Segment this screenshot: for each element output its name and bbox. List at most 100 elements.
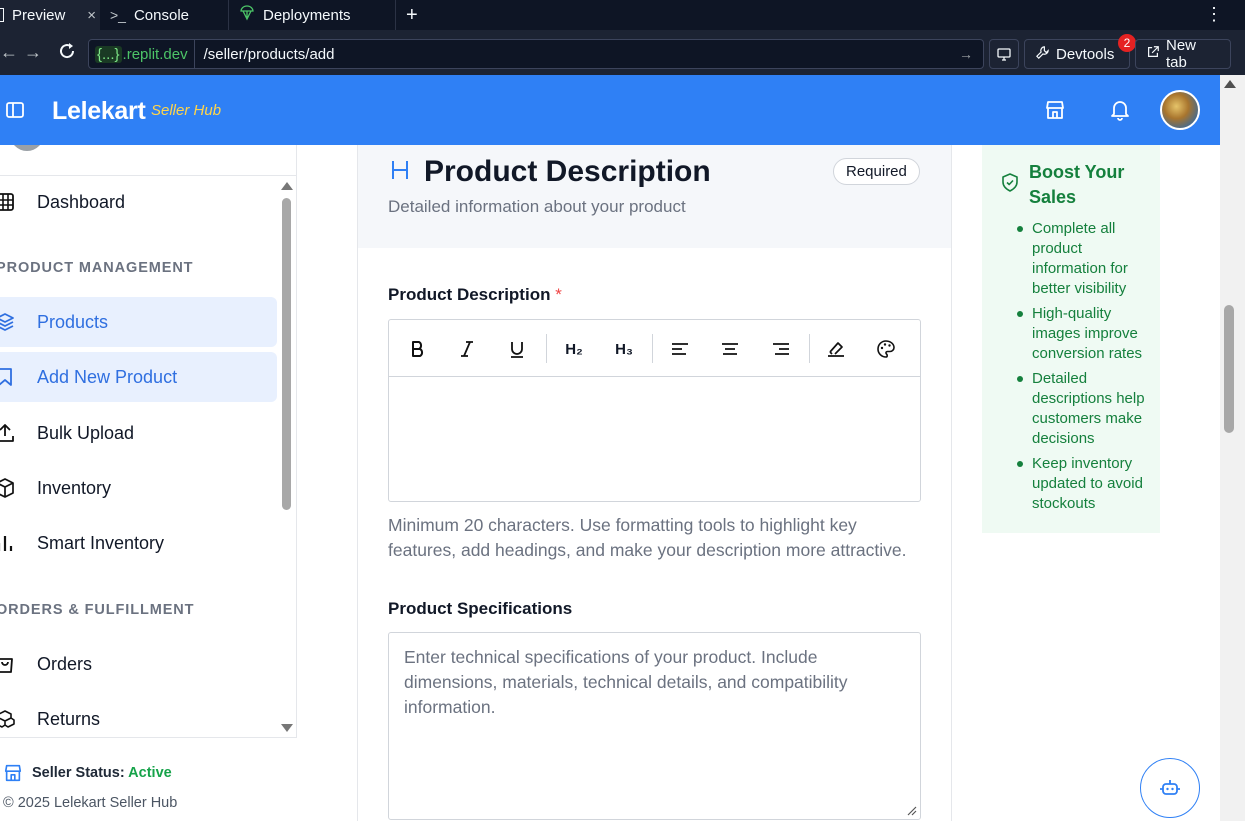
store-icon[interactable] [1044, 99, 1066, 126]
preview-icon [0, 8, 4, 22]
heading2-icon[interactable]: H₂ [562, 337, 586, 361]
url-path: /seller/products/add [203, 45, 335, 63]
tab-label: Deployments [263, 6, 351, 24]
list-item: Keep inventory updated to avoid stockout… [1014, 454, 1154, 514]
tab-label: Console [133, 6, 190, 24]
specifications-label: Product Specifications [388, 599, 573, 618]
scroll-down-arrow-icon[interactable] [281, 724, 293, 732]
external-link-icon [1146, 45, 1160, 63]
devtools-label: Devtools [1056, 45, 1115, 63]
new-tab-button[interactable]: New tab [1135, 37, 1231, 71]
sidebar-item-inventory[interactable]: Inventory [0, 463, 277, 513]
user-avatar[interactable] [1160, 90, 1200, 130]
tips-title: Boost Your Sales [1029, 162, 1125, 207]
scrollbar-thumb[interactable] [1224, 305, 1234, 433]
url-domain: {...} .replit.dev [89, 40, 195, 68]
tab-preview[interactable]: Preview × [0, 0, 100, 30]
sidebar-scrollbar[interactable] [280, 178, 294, 736]
seller-status: Seller Status: Active [32, 765, 172, 781]
brand-subtitle: Seller Hub [151, 102, 222, 119]
bell-icon[interactable] [1110, 99, 1130, 126]
toolbar-divider [546, 334, 547, 363]
shield-check-icon [1002, 173, 1018, 197]
sidebar-toggle-icon[interactable] [6, 101, 24, 124]
reload-icon[interactable] [57, 41, 77, 66]
sidebar-item-label: Products [37, 311, 109, 332]
resize-grip-icon[interactable] [907, 806, 917, 816]
store-icon [3, 763, 23, 788]
close-tab-icon[interactable]: × [87, 7, 96, 24]
status-label: Seller Status: [32, 765, 125, 781]
sidebar-item-smart-inventory[interactable]: Smart Inventory [0, 518, 277, 568]
italic-icon[interactable] [455, 337, 479, 361]
copyright-text: © 2025 Lelekart Seller Hub [3, 795, 178, 811]
clear-format-icon[interactable] [824, 337, 848, 361]
robot-icon [1160, 780, 1180, 795]
monitor-icon [997, 48, 1011, 61]
sidebar-item-products[interactable]: Products [0, 297, 277, 347]
bar-chart-icon [0, 532, 16, 554]
kebab-menu-icon[interactable]: ⋮ [1205, 5, 1223, 23]
bold-icon[interactable] [406, 337, 430, 361]
new-tab-label: New tab [1166, 37, 1197, 71]
heading3-icon[interactable]: H₃ [612, 337, 636, 361]
new-tab-plus-icon[interactable]: + [406, 4, 418, 27]
sidebar-item-label: Returns [37, 708, 101, 729]
package-icon [0, 477, 16, 499]
grid-icon [0, 191, 16, 213]
card-title: Product Description [424, 155, 711, 188]
sidebar-item-orders[interactable]: Orders [0, 639, 277, 689]
rich-text-editor[interactable]: H₂ H₃ [388, 319, 921, 502]
brand-logo[interactable]: Lelekart [52, 97, 146, 126]
palette-icon[interactable] [874, 337, 898, 361]
status-badge: Active [128, 765, 172, 781]
scroll-up-arrow-icon[interactable] [281, 182, 293, 190]
shopping-bag-icon [0, 653, 16, 675]
sidebar-item-add-new-product[interactable]: Add New Product [0, 352, 277, 402]
go-arrow-icon[interactable]: → [959, 46, 973, 62]
sidebar-scroll-thumb[interactable] [282, 198, 291, 510]
sidebar-item-label: Bulk Upload [37, 422, 135, 443]
specifications-textarea[interactable]: Enter technical specifications of your p… [388, 632, 921, 820]
back-icon[interactable]: ← [0, 42, 18, 63]
sidebar-item-label: Orders [37, 653, 93, 674]
tips-list: Complete all product information for bet… [1014, 219, 1154, 519]
devtools-badge: 2 [1118, 34, 1136, 52]
sidebar-item-dashboard[interactable]: Dashboard [0, 177, 277, 227]
label-text: Product Description [388, 285, 551, 304]
section-product-management: PRODUCT MANAGEMENT [0, 260, 194, 276]
tab-deployments[interactable]: Deployments [228, 0, 396, 30]
tab-console[interactable]: >_ Console [100, 0, 228, 30]
wrench-icon [1035, 45, 1050, 64]
url-input[interactable]: {...} .replit.dev /seller/products/add → [88, 39, 984, 69]
underline-icon[interactable] [505, 337, 529, 361]
devtools-button[interactable]: Devtools 2 [1024, 34, 1136, 69]
forward-icon[interactable]: → [24, 42, 42, 63]
boxes-icon [0, 708, 16, 730]
required-badge: Required [833, 158, 920, 185]
divider [0, 175, 296, 176]
terminal-icon: >_ [110, 7, 126, 23]
sidebar-item-bulk-upload[interactable]: Bulk Upload [0, 408, 277, 458]
device-toggle-button[interactable] [989, 39, 1019, 69]
deployments-icon [239, 5, 255, 25]
align-center-icon[interactable] [718, 337, 742, 361]
bookmark-icon [0, 366, 16, 388]
layers-icon [0, 311, 16, 333]
sidebar-item-label: Inventory [37, 477, 112, 498]
upload-icon [0, 422, 16, 444]
toolbar-divider [809, 334, 810, 363]
domain-braces: {...} [95, 45, 122, 63]
toolbar-divider [652, 334, 653, 363]
tab-label: Preview [12, 6, 66, 24]
align-left-icon[interactable] [668, 337, 692, 361]
description-helper-text: Minimum 20 characters. Use formatting to… [388, 515, 907, 560]
list-item: Detailed descriptions help customers mak… [1014, 369, 1154, 449]
editor-toolbar: H₂ H₃ [389, 320, 920, 377]
page-scrollbar[interactable] [1220, 75, 1245, 821]
list-item: High-quality images improve conversion r… [1014, 304, 1154, 364]
seller-avatar [10, 145, 44, 151]
align-right-icon[interactable] [769, 337, 793, 361]
scroll-up-arrow-icon[interactable] [1224, 80, 1236, 88]
chatbot-button[interactable] [1140, 758, 1200, 818]
